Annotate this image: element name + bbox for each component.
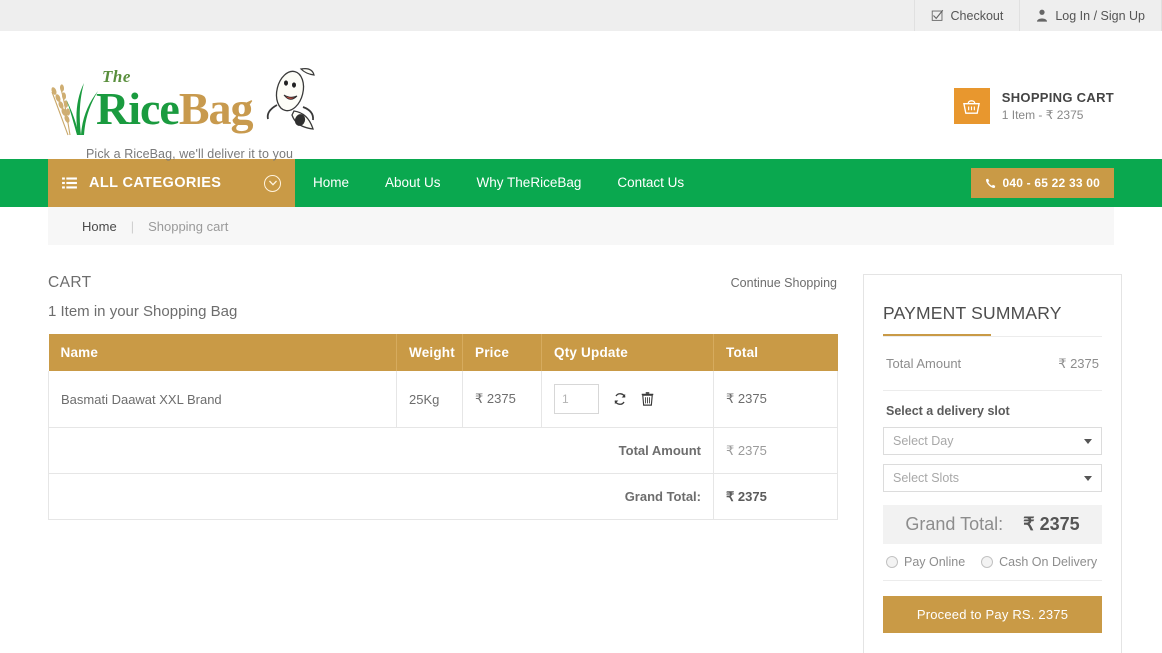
- user-icon: [1036, 9, 1048, 22]
- site-logo[interactable]: The RiceBag Pick: [48, 73, 348, 161]
- total-amount-row: Total Amount ₹ 2375: [49, 428, 838, 474]
- cart-title: SHOPPING CART: [1002, 90, 1114, 105]
- select-day-dropdown[interactable]: Select Day: [883, 427, 1102, 455]
- payment-total-amount-label: Total Amount: [886, 356, 961, 372]
- cart-table: Name Weight Price Qty Update Total Basma…: [48, 334, 838, 520]
- nav-link-about-us[interactable]: About Us: [367, 159, 459, 207]
- payment-method-options: Pay Online Cash On Delivery: [883, 544, 1102, 581]
- column-header-weight: Weight: [397, 334, 463, 371]
- login-signup-label: Log In / Sign Up: [1055, 9, 1145, 23]
- chevron-down-circle-icon: [264, 175, 281, 192]
- continue-shopping-link[interactable]: Continue Shopping: [731, 276, 837, 290]
- checkout-label: Checkout: [951, 9, 1004, 23]
- logo-tagline: Pick a RiceBag, we'll deliver it to you: [48, 147, 348, 161]
- site-header: The RiceBag Pick: [0, 31, 1162, 159]
- column-header-qty-update: Qty Update: [542, 334, 714, 371]
- chevron-down-icon: [1084, 476, 1092, 481]
- delivery-slot-label: Select a delivery slot: [886, 404, 1102, 418]
- logo-the-text: The: [102, 67, 131, 87]
- all-categories-label: ALL CATEGORIES: [89, 175, 252, 191]
- phone-button[interactable]: 040 - 65 22 33 00: [971, 168, 1114, 198]
- payment-grand-total-label: Grand Total:: [905, 514, 1003, 535]
- total-amount-label: Total Amount: [49, 428, 714, 474]
- nav-link-contact-us[interactable]: Contact Us: [599, 159, 702, 207]
- checkout-link[interactable]: Checkout: [914, 0, 1020, 31]
- column-header-name: Name: [49, 334, 397, 371]
- grand-total-value: ₹ 2375: [714, 474, 838, 520]
- payment-summary-title: PAYMENT SUMMARY: [883, 303, 1102, 336]
- main-navigation: ALL CATEGORIES Home About Us Why TheRice…: [0, 159, 1162, 207]
- cell-row-total: ₹ 2375: [714, 371, 838, 428]
- breadcrumb-home[interactable]: Home: [82, 219, 117, 234]
- select-slots-dropdown[interactable]: Select Slots: [883, 464, 1102, 492]
- logo-bag-text: Bag: [179, 83, 253, 134]
- login-signup-link[interactable]: Log In / Sign Up: [1019, 0, 1162, 31]
- select-slots-value: Select Slots: [893, 471, 959, 485]
- cart-header-row: CART Continue Shopping: [48, 274, 837, 292]
- payment-summary-panel: PAYMENT SUMMARY Total Amount ₹ 2375 Sele…: [863, 274, 1122, 653]
- nav-links: Home About Us Why TheRiceBag Contact Us: [295, 159, 971, 207]
- radio-icon[interactable]: [886, 556, 898, 568]
- select-day-value: Select Day: [893, 434, 953, 448]
- cell-weight: 25Kg: [397, 371, 463, 428]
- shopping-cart-summary[interactable]: SHOPPING CART 1 Item - ₹ 2375: [954, 88, 1114, 124]
- cell-product-name: Basmati Daawat XXL Brand: [49, 371, 397, 428]
- phone-label: 040 - 65 22 33 00: [1003, 176, 1100, 190]
- cash-on-delivery-label: Cash On Delivery: [999, 555, 1097, 569]
- checkbox-check-icon: [931, 9, 944, 22]
- list-menu-icon: [62, 177, 77, 190]
- rice-mascot-icon: [256, 65, 322, 138]
- nav-link-home[interactable]: Home: [295, 159, 367, 207]
- top-utility-bar: Checkout Log In / Sign Up: [0, 0, 1162, 31]
- payment-grand-total-value: ₹ 2375: [1023, 514, 1080, 535]
- grand-total-row: Grand Total: ₹ 2375: [49, 474, 838, 520]
- cart-section: CART Continue Shopping 1 Item in your Sh…: [48, 274, 837, 653]
- column-header-price: Price: [463, 334, 542, 371]
- total-amount-value: ₹ 2375: [714, 428, 838, 474]
- cash-on-delivery-option[interactable]: Cash On Delivery: [981, 555, 1097, 569]
- phone-icon: [985, 178, 996, 189]
- grand-total-label: Grand Total:: [49, 474, 714, 520]
- cart-item-count: 1 Item in your Shopping Bag: [48, 303, 837, 320]
- logo-rice-text: Rice: [96, 83, 179, 134]
- cart-subtitle: 1 Item - ₹ 2375: [1002, 108, 1114, 122]
- pay-online-option[interactable]: Pay Online: [886, 555, 965, 569]
- breadcrumb-current: Shopping cart: [148, 219, 228, 234]
- page-title: CART: [48, 274, 92, 292]
- all-categories-button[interactable]: ALL CATEGORIES: [48, 159, 295, 207]
- logo-wordmark: RiceBag: [48, 83, 253, 135]
- payment-total-amount-value: ₹ 2375: [1058, 356, 1099, 372]
- basket-icon: [954, 88, 990, 124]
- breadcrumb-bar: Home | Shopping cart: [0, 207, 1162, 245]
- main-content: CART Continue Shopping 1 Item in your Sh…: [0, 274, 1162, 653]
- refresh-icon[interactable]: [613, 392, 627, 406]
- column-header-total: Total: [714, 334, 838, 371]
- cell-qty-update: [542, 371, 714, 428]
- breadcrumb-separator: |: [131, 219, 134, 234]
- chevron-down-icon: [1084, 439, 1092, 444]
- table-row: Basmati Daawat XXL Brand 25Kg ₹ 2375: [49, 371, 838, 428]
- breadcrumb: Home | Shopping cart: [48, 207, 1114, 245]
- table-header-row: Name Weight Price Qty Update Total: [49, 334, 838, 371]
- payment-grand-total-box: Grand Total: ₹ 2375: [883, 505, 1102, 544]
- nav-link-why-thericebag[interactable]: Why TheRiceBag: [459, 159, 600, 207]
- cell-price: ₹ 2375: [463, 371, 542, 428]
- proceed-to-pay-button[interactable]: Proceed to Pay RS. 2375: [883, 596, 1102, 633]
- trash-icon[interactable]: [641, 392, 654, 406]
- pay-online-label: Pay Online: [904, 555, 965, 569]
- payment-total-amount-row: Total Amount ₹ 2375: [883, 337, 1102, 391]
- quantity-input[interactable]: [554, 384, 599, 414]
- radio-icon[interactable]: [981, 556, 993, 568]
